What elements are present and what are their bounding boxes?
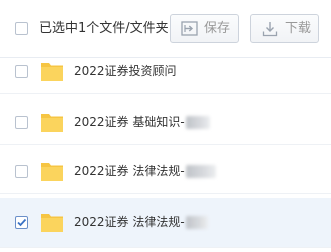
folder-icon (40, 60, 64, 86)
file-row[interactable]: 2022证券投资顾问 (0, 50, 331, 94)
save-label: 保存 (204, 21, 231, 36)
redacted-text (185, 216, 208, 229)
download-label: 下载 (285, 21, 312, 36)
folder-icon (40, 160, 64, 186)
file-row[interactable]: 2022证券 法律法规- (0, 150, 331, 194)
file-name[interactable]: 2022证券 法律法规- (74, 163, 216, 179)
file-checkbox-checked[interactable] (15, 216, 28, 229)
file-panel: 已选中1个文件/文件夹 保存 下载 2022证券投资顾问 2022证券 基础知识… (0, 0, 331, 252)
folder-icon (40, 111, 64, 137)
file-checkbox[interactable] (15, 116, 28, 129)
file-name[interactable]: 2022证券 基础知识- (74, 114, 210, 130)
download-icon (262, 21, 278, 41)
file-name[interactable]: 2022证券投资顾问 (74, 63, 177, 79)
download-button[interactable]: 下载 (250, 14, 319, 43)
redacted-text (185, 116, 210, 129)
file-checkbox[interactable] (15, 165, 28, 178)
file-row[interactable]: 2022证券 基础知识- (0, 101, 331, 145)
checkmark-icon (17, 218, 27, 227)
selection-count-text: 已选中1个文件/文件夹 (39, 21, 169, 36)
save-icon (181, 21, 199, 41)
file-checkbox[interactable] (15, 65, 28, 78)
save-button[interactable]: 保存 (170, 14, 239, 43)
file-name[interactable]: 2022证券 法律法规- (74, 214, 208, 230)
select-all-checkbox[interactable] (15, 22, 28, 35)
file-row-selected[interactable]: 2022证券 法律法规- (0, 198, 331, 248)
redacted-text (185, 165, 216, 178)
folder-icon (40, 211, 64, 237)
